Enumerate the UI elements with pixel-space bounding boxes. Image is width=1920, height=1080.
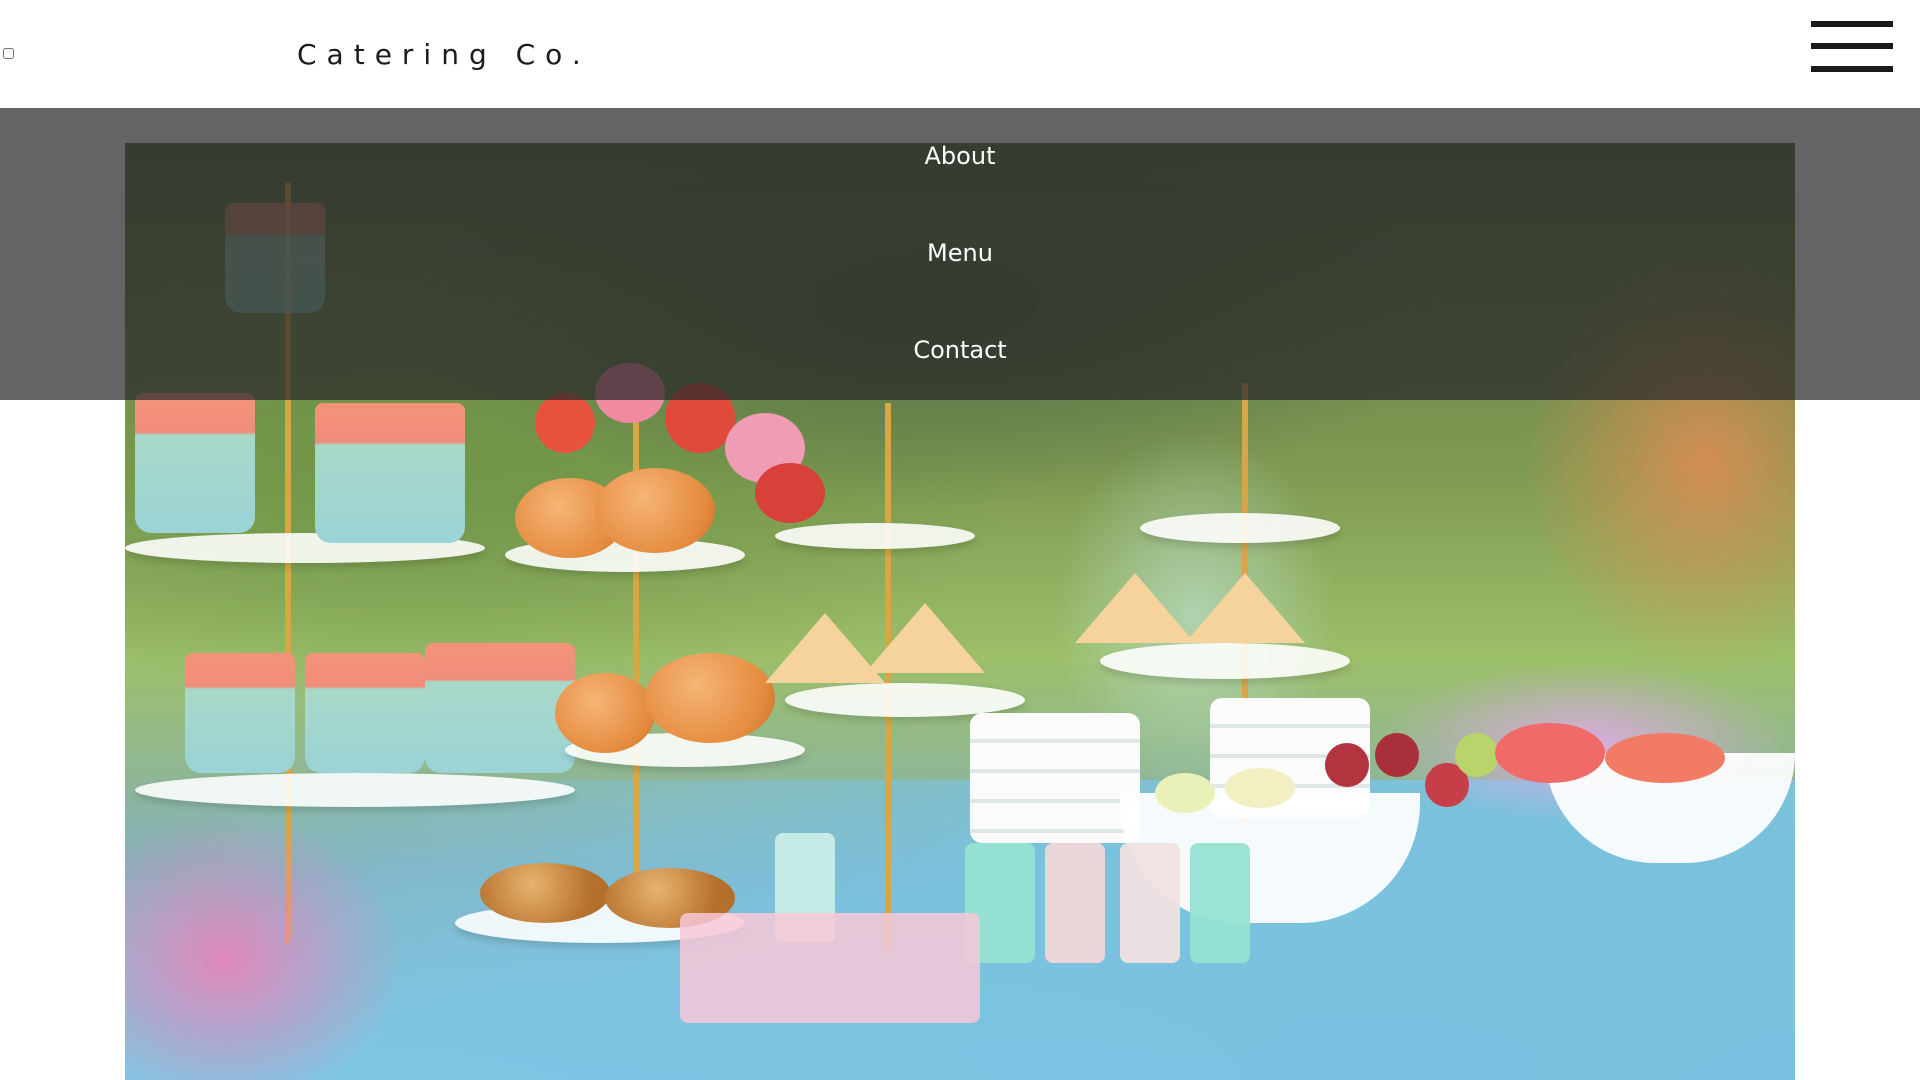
sandwich-stand-pole (885, 403, 891, 953)
menu-toggle-checkbox[interactable] (3, 48, 14, 59)
flower (755, 463, 825, 523)
apple-slice (1225, 768, 1295, 808)
grape (1375, 733, 1419, 777)
cream-puff (555, 673, 655, 753)
brand-logo-text[interactable]: Catering Co. (297, 38, 591, 71)
sandwich-stand-tier (775, 523, 975, 549)
cupcake (185, 653, 295, 773)
cupcake (425, 643, 575, 773)
hamburger-bar-bottom (1811, 66, 1893, 72)
bowl-stack (970, 713, 1140, 843)
donut (480, 863, 610, 923)
nav-item-about[interactable]: About (0, 142, 1920, 170)
sandwich-stand-tier (1100, 643, 1350, 679)
drink-cup (1190, 843, 1250, 963)
cupcake (305, 653, 425, 773)
cupcake-stand-tier (135, 773, 575, 807)
hamburger-bar-top (1811, 21, 1893, 27)
hamburger-menu-icon[interactable] (1811, 21, 1893, 73)
cupcake (315, 403, 465, 543)
cream-puff (595, 468, 715, 553)
nav-dropdown-overlay: About Menu Contact (0, 108, 1920, 400)
grape (1325, 743, 1369, 787)
sandwich-stand-tier (785, 683, 1025, 717)
cupcake (135, 393, 255, 533)
sandwich (865, 603, 985, 673)
flower (535, 393, 595, 453)
puff-stand-pole (633, 373, 639, 883)
cream-puff (645, 653, 775, 743)
grape-green (1455, 733, 1499, 777)
site-header: Catering Co. (0, 0, 1920, 108)
nav-item-contact[interactable]: Contact (0, 336, 1920, 364)
sandwich-stand-tier (1140, 513, 1340, 543)
sandwich (1075, 573, 1195, 643)
pink-cake (680, 913, 980, 1023)
drink-cup (1045, 843, 1105, 963)
sandwich (1185, 573, 1305, 643)
drink-cup (1120, 843, 1180, 963)
watermelon (1605, 733, 1725, 783)
nav-item-menu[interactable]: Menu (0, 239, 1920, 267)
hamburger-bar-middle (1811, 43, 1893, 49)
apple-slice (1155, 773, 1215, 813)
watermelon (1495, 723, 1605, 783)
